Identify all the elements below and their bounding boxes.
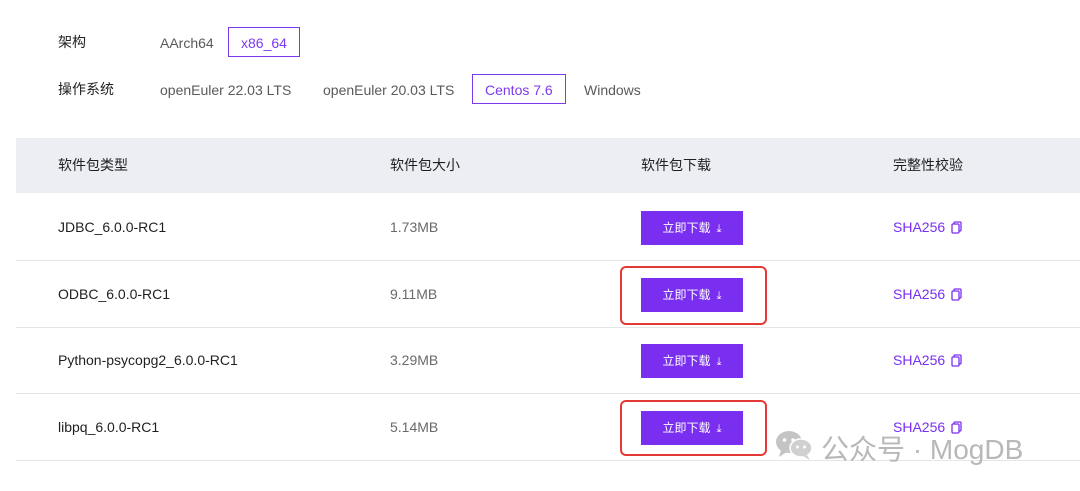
header-size: 软件包大小 <box>390 157 460 173</box>
copy-icon[interactable] <box>951 329 962 395</box>
os-option-centos-76[interactable]: Centos 7.6 <box>472 74 566 104</box>
sha256-label: SHA256 <box>893 286 946 302</box>
wechat-icon <box>775 429 813 468</box>
package-size: 9.11MB <box>390 286 438 302</box>
package-name: ODBC_6.0.0-RC1 <box>58 286 171 302</box>
table-row: Python-psycopg2_6.0.0-RC1 3.29MB 立即下载 ⤓ S… <box>16 327 1080 394</box>
download-label: 立即下载 <box>662 221 711 235</box>
download-label: 立即下载 <box>662 288 711 302</box>
download-label: 立即下载 <box>662 354 711 368</box>
package-name: libpq_6.0.0-RC1 <box>58 419 160 435</box>
package-size: 3.29MB <box>390 352 439 368</box>
sha256-label: SHA256 <box>893 219 946 235</box>
arch-filter: 架构 AArch64 x86_64 <box>0 26 1080 58</box>
copy-icon[interactable] <box>951 263 962 329</box>
package-size: 1.73MB <box>390 219 439 235</box>
os-filter-label: 操作系统 <box>58 81 114 97</box>
header-download: 软件包下载 <box>641 157 711 173</box>
arch-option-aarch64[interactable]: AArch64 <box>147 27 227 57</box>
download-button[interactable]: 立即下载 ⤓ <box>641 411 743 445</box>
sha256-label: SHA256 <box>893 352 946 368</box>
package-size: 5.14MB <box>390 419 439 435</box>
sha256-link[interactable]: SHA256 <box>893 327 962 395</box>
watermark: 公众号 · MogDB <box>775 428 1023 468</box>
sha256-link[interactable]: SHA256 <box>893 194 962 262</box>
download-label: 立即下载 <box>662 421 711 435</box>
arch-option-x86-64[interactable]: x86_64 <box>228 27 300 57</box>
download-icon: ⤓ <box>716 223 722 235</box>
header-type: 软件包类型 <box>58 157 128 173</box>
os-filter: 操作系统 openEuler 22.03 LTS openEuler 20.03… <box>0 73 1080 105</box>
arch-filter-label: 架构 <box>58 34 86 50</box>
download-button[interactable]: 立即下载 ⤓ <box>641 211 743 245</box>
watermark-text: 公众号 · MogDB <box>821 434 1024 465</box>
sha256-link[interactable]: SHA256 <box>893 261 962 329</box>
download-icon: ⤓ <box>716 356 722 368</box>
os-option-openeuler-2203[interactable]: openEuler 22.03 LTS <box>147 74 304 104</box>
download-button[interactable]: 立即下载 ⤓ <box>641 278 743 312</box>
copy-icon[interactable] <box>951 196 962 262</box>
os-option-openeuler-2003[interactable]: openEuler 20.03 LTS <box>310 74 467 104</box>
table-header: 软件包类型 软件包大小 软件包下载 完整性校验 <box>16 138 1080 193</box>
package-name: JDBC_6.0.0-RC1 <box>58 219 167 235</box>
table-row: JDBC_6.0.0-RC1 1.73MB 立即下载 ⤓ SHA256 <box>16 194 1080 261</box>
os-option-windows[interactable]: Windows <box>571 74 654 104</box>
download-icon: ⤓ <box>716 290 722 302</box>
header-checksum: 完整性校验 <box>893 157 963 173</box>
download-button[interactable]: 立即下载 ⤓ <box>641 344 743 378</box>
download-icon: ⤓ <box>716 423 722 435</box>
package-name: Python-psycopg2_6.0.0-RC1 <box>58 352 238 368</box>
table-row: ODBC_6.0.0-RC1 9.11MB 立即下载 ⤓ SHA256 <box>16 261 1080 328</box>
